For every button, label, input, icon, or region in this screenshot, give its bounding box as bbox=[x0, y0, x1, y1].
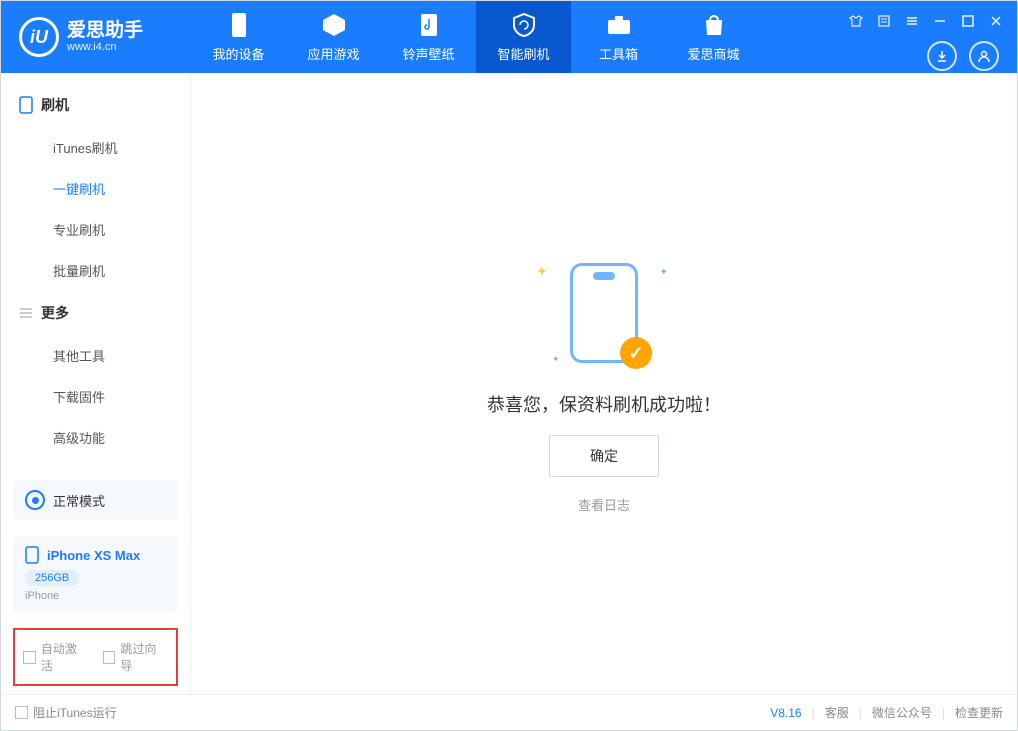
checkbox-label: 阻止iTunes运行 bbox=[33, 704, 117, 721]
sparkle-icon: ✦ bbox=[660, 267, 668, 278]
sidebar-item-batch-flash[interactable]: 批量刷机 bbox=[1, 250, 190, 291]
sidebar-item-itunes-flash[interactable]: iTunes刷机 bbox=[1, 127, 190, 168]
title-bar: iU 爱思助手 www.i4.cn 我的设备 应用游戏 铃声壁纸 智能刷机 工具… bbox=[1, 1, 1017, 73]
main-tabs: 我的设备 应用游戏 铃声壁纸 智能刷机 工具箱 爱思商城 bbox=[191, 1, 761, 73]
group-label: 刷机 bbox=[41, 95, 69, 115]
device-name: iPhone XS Max bbox=[47, 548, 140, 563]
window-controls bbox=[849, 14, 1017, 33]
wechat-link[interactable]: 微信公众号 bbox=[872, 704, 932, 721]
cube-icon bbox=[321, 12, 347, 38]
sparkle-icon: ✦ bbox=[536, 263, 548, 280]
device-type: iPhone bbox=[25, 590, 166, 602]
highlighted-options: 自动激活 跳过向导 bbox=[13, 628, 178, 686]
checkbox-auto-activate[interactable]: 自动激活 bbox=[23, 640, 89, 674]
download-button[interactable] bbox=[927, 41, 957, 71]
menu-icon[interactable] bbox=[905, 14, 919, 33]
refresh-shield-icon bbox=[511, 12, 537, 38]
phone-outline-icon bbox=[19, 96, 33, 114]
mode-icon bbox=[25, 490, 45, 510]
app-name: 爱思助手 bbox=[67, 21, 143, 42]
app-logo: iU 爱思助手 www.i4.cn bbox=[1, 17, 191, 57]
tab-label: 爱思商城 bbox=[687, 44, 739, 63]
main-content: ✦ ✦ ✦ ✓ 恭喜您，保资料刷机成功啦！ 确定 查看日志 bbox=[191, 73, 1017, 694]
tab-toolbox[interactable]: 工具箱 bbox=[571, 1, 666, 73]
minimize-icon[interactable] bbox=[933, 14, 947, 33]
tab-apps[interactable]: 应用游戏 bbox=[286, 1, 381, 73]
note-icon[interactable] bbox=[877, 14, 891, 33]
success-message: 恭喜您，保资料刷机成功啦！ bbox=[487, 391, 721, 417]
shirt-icon[interactable] bbox=[849, 14, 863, 33]
phone-icon bbox=[226, 12, 252, 38]
sidebar-item-other-tools[interactable]: 其他工具 bbox=[1, 335, 190, 376]
close-icon[interactable] bbox=[989, 14, 1003, 33]
device-storage: 256GB bbox=[25, 570, 79, 586]
device-card[interactable]: iPhone XS Max 256GB iPhone bbox=[13, 536, 178, 612]
view-log-link[interactable]: 查看日志 bbox=[578, 495, 630, 514]
bag-icon bbox=[701, 12, 727, 38]
device-icon bbox=[25, 546, 39, 564]
checkbox-skip-guide[interactable]: 跳过向导 bbox=[103, 640, 169, 674]
support-link[interactable]: 客服 bbox=[825, 704, 849, 721]
mode-label: 正常模式 bbox=[53, 491, 105, 510]
sparkle-icon: ✦ bbox=[552, 354, 560, 365]
logo-icon: iU bbox=[19, 17, 59, 57]
tab-label: 智能刷机 bbox=[497, 44, 549, 63]
tab-flash[interactable]: 智能刷机 bbox=[476, 1, 571, 73]
group-label: 更多 bbox=[41, 303, 69, 323]
sidebar-item-oneclick-flash[interactable]: 一键刷机 bbox=[1, 168, 190, 209]
sidebar-item-advanced[interactable]: 高级功能 bbox=[1, 417, 190, 458]
checkmark-icon: ✓ bbox=[620, 337, 652, 369]
version-label: V8.16 bbox=[770, 706, 801, 720]
user-button[interactable] bbox=[969, 41, 999, 71]
sidebar-group-flash: 刷机 bbox=[1, 83, 190, 127]
check-update-link[interactable]: 检查更新 bbox=[955, 704, 1003, 721]
checkbox-label: 跳过向导 bbox=[120, 640, 168, 674]
list-icon bbox=[19, 306, 33, 320]
tab-label: 铃声壁纸 bbox=[402, 44, 454, 63]
checkbox-block-itunes[interactable]: 阻止iTunes运行 bbox=[15, 704, 117, 721]
ok-button[interactable]: 确定 bbox=[549, 435, 659, 477]
tab-label: 应用游戏 bbox=[307, 44, 359, 63]
success-illustration: ✦ ✦ ✦ ✓ bbox=[534, 253, 674, 373]
app-domain: www.i4.cn bbox=[67, 41, 143, 53]
sidebar-group-more: 更多 bbox=[1, 291, 190, 335]
tab-my-device[interactable]: 我的设备 bbox=[191, 1, 286, 73]
music-icon bbox=[416, 12, 442, 38]
tab-store[interactable]: 爱思商城 bbox=[666, 1, 761, 73]
footer-bar: 阻止iTunes运行 V8.16 | 客服 | 微信公众号 | 检查更新 bbox=[1, 694, 1017, 730]
sidebar-item-download-firmware[interactable]: 下载固件 bbox=[1, 376, 190, 417]
sidebar: 刷机 iTunes刷机 一键刷机 专业刷机 批量刷机 更多 其他工具 下载固件 … bbox=[1, 73, 191, 694]
tab-label: 我的设备 bbox=[212, 44, 264, 63]
maximize-icon[interactable] bbox=[961, 14, 975, 33]
mode-card[interactable]: 正常模式 bbox=[13, 480, 178, 520]
briefcase-icon bbox=[606, 12, 632, 38]
checkbox-label: 自动激活 bbox=[41, 640, 89, 674]
tab-ringtones[interactable]: 铃声壁纸 bbox=[381, 1, 476, 73]
tab-label: 工具箱 bbox=[599, 44, 638, 63]
sidebar-item-pro-flash[interactable]: 专业刷机 bbox=[1, 209, 190, 250]
